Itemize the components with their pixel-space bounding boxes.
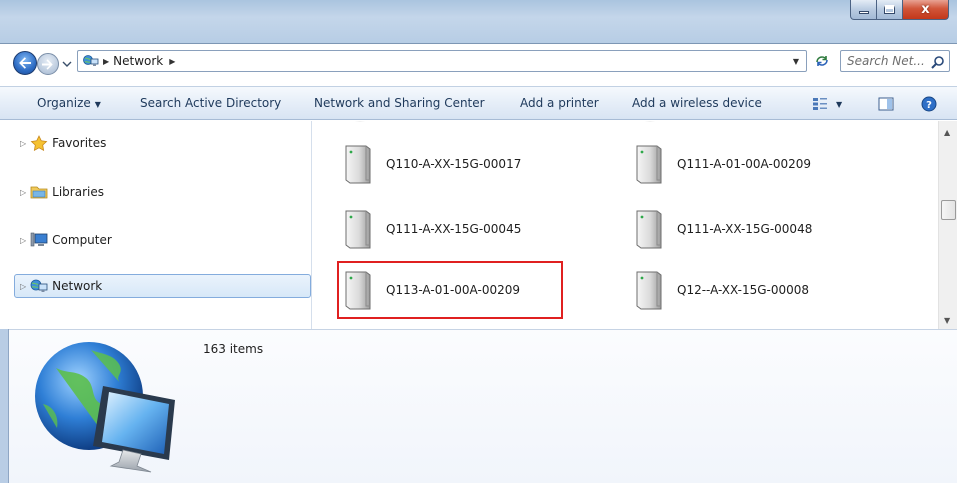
network-sharing-center-button[interactable]: Network and Sharing Center xyxy=(314,96,485,110)
network-icon xyxy=(30,278,48,294)
nav-item-computer[interactable]: ▷ Computer xyxy=(20,229,112,251)
explorer-window: x ▶ Network ▶ ▼ Search Net... Organize ▼… xyxy=(0,0,957,483)
maximize-icon xyxy=(884,5,895,14)
nav-item-label: Computer xyxy=(52,233,112,247)
expand-icon[interactable]: ▷ xyxy=(20,282,26,291)
search-active-directory-button[interactable]: Search Active Directory xyxy=(140,96,281,110)
help-icon: ? xyxy=(921,96,937,112)
chevron-right-icon[interactable]: ▶ xyxy=(169,57,175,66)
refresh-button[interactable] xyxy=(810,50,834,72)
network-device-item[interactable]: Q111-A-XX-15G-00045 xyxy=(313,205,521,253)
network-globe-monitor-icon xyxy=(35,342,175,473)
server-icon xyxy=(644,121,656,122)
organize-button[interactable]: Organize ▼ xyxy=(37,96,101,110)
view-options-icon xyxy=(813,98,827,110)
chevron-down-icon: ▼ xyxy=(94,100,101,109)
scroll-down-icon[interactable]: ▼ xyxy=(944,316,950,325)
help-button[interactable]: ? xyxy=(920,95,938,113)
nav-item-label: Libraries xyxy=(52,185,104,199)
network-device-item[interactable]: Q12--A-XX-15G-00008 xyxy=(604,266,809,314)
close-button[interactable]: x xyxy=(903,0,949,20)
recent-pages-dropdown[interactable] xyxy=(62,58,72,68)
minimize-button[interactable] xyxy=(850,0,877,20)
server-icon xyxy=(345,145,371,184)
organize-label: Organize xyxy=(37,96,91,110)
server-icon xyxy=(636,145,662,184)
chevron-down-icon xyxy=(62,61,72,67)
close-icon: x xyxy=(921,2,930,17)
vertical-scrollbar[interactable]: ▲ ▼ xyxy=(938,121,957,329)
expand-icon[interactable]: ▷ xyxy=(20,236,26,245)
refresh-icon xyxy=(816,56,828,66)
change-view-button[interactable]: ▼ xyxy=(812,95,844,113)
device-label: Q111-A-01-00A-00209 xyxy=(677,157,812,171)
device-label: Q12--A-XX-15G-00008 xyxy=(677,283,810,297)
server-icon xyxy=(636,271,662,310)
server-icon xyxy=(345,210,371,249)
server-icon xyxy=(636,210,662,249)
expand-icon[interactable]: ▷ xyxy=(20,139,26,148)
forward-button[interactable] xyxy=(37,53,59,75)
star-icon xyxy=(30,135,48,151)
address-dropdown-icon[interactable]: ▼ xyxy=(790,55,802,67)
nav-item-network[interactable]: ▷ Network xyxy=(20,275,102,297)
add-wireless-device-button[interactable]: Add a wireless device xyxy=(632,96,762,110)
item-count: 163 items xyxy=(203,342,264,356)
minimize-icon xyxy=(858,11,869,14)
expand-icon[interactable]: ▷ xyxy=(20,188,26,197)
title-bar[interactable]: x xyxy=(0,0,957,44)
nav-item-libraries[interactable]: ▷ Libraries xyxy=(20,181,104,203)
device-label: Q111-A-XX-15G-00045 xyxy=(386,222,522,236)
maximize-button[interactable] xyxy=(877,0,903,20)
library-icon xyxy=(30,184,48,200)
chevron-right-icon[interactable]: ▶ xyxy=(103,57,109,66)
search-icon[interactable] xyxy=(931,55,945,69)
details-pane: 163 items xyxy=(9,329,957,483)
network-device-item[interactable]: Q111-A-01-00A-00209 xyxy=(604,140,811,188)
add-printer-button[interactable]: Add a printer xyxy=(520,96,599,110)
highlight-box xyxy=(337,261,563,319)
network-device-item[interactable]: Q110-A-XX-15G-00017 xyxy=(313,140,521,188)
preview-pane-icon xyxy=(878,97,894,111)
nav-item-favorites[interactable]: ▷ Favorites xyxy=(20,132,106,154)
network-icon xyxy=(83,55,99,66)
scrollbar-thumb[interactable] xyxy=(941,200,956,220)
scroll-up-icon[interactable]: ▲ xyxy=(944,128,950,137)
network-device-item[interactable]: Q111-A-XX-15G-00048 xyxy=(604,205,812,253)
server-icon xyxy=(354,121,366,122)
nav-item-label: Network xyxy=(52,279,103,293)
breadcrumb-network[interactable]: Network xyxy=(113,54,163,68)
nav-item-label: Favorites xyxy=(52,136,107,150)
svg-text:?: ? xyxy=(926,100,932,111)
device-label: Q110-A-XX-15G-00017 xyxy=(386,157,522,171)
search-input[interactable] xyxy=(847,54,935,68)
chevron-down-icon: ▼ xyxy=(836,99,843,109)
caption-buttons: x xyxy=(850,0,949,22)
address-bar[interactable]: ▶ Network ▶ ▼ xyxy=(77,50,807,72)
arrow-right-icon xyxy=(42,58,53,70)
command-bar: Organize ▼ Search Active Directory Networ… xyxy=(0,86,957,120)
arrow-left-icon xyxy=(19,57,31,69)
back-button[interactable] xyxy=(13,51,37,75)
computer-icon xyxy=(30,232,48,248)
preview-pane-button[interactable] xyxy=(876,95,896,113)
search-box[interactable] xyxy=(840,50,950,72)
device-label: Q111-A-XX-15G-00048 xyxy=(677,222,813,236)
